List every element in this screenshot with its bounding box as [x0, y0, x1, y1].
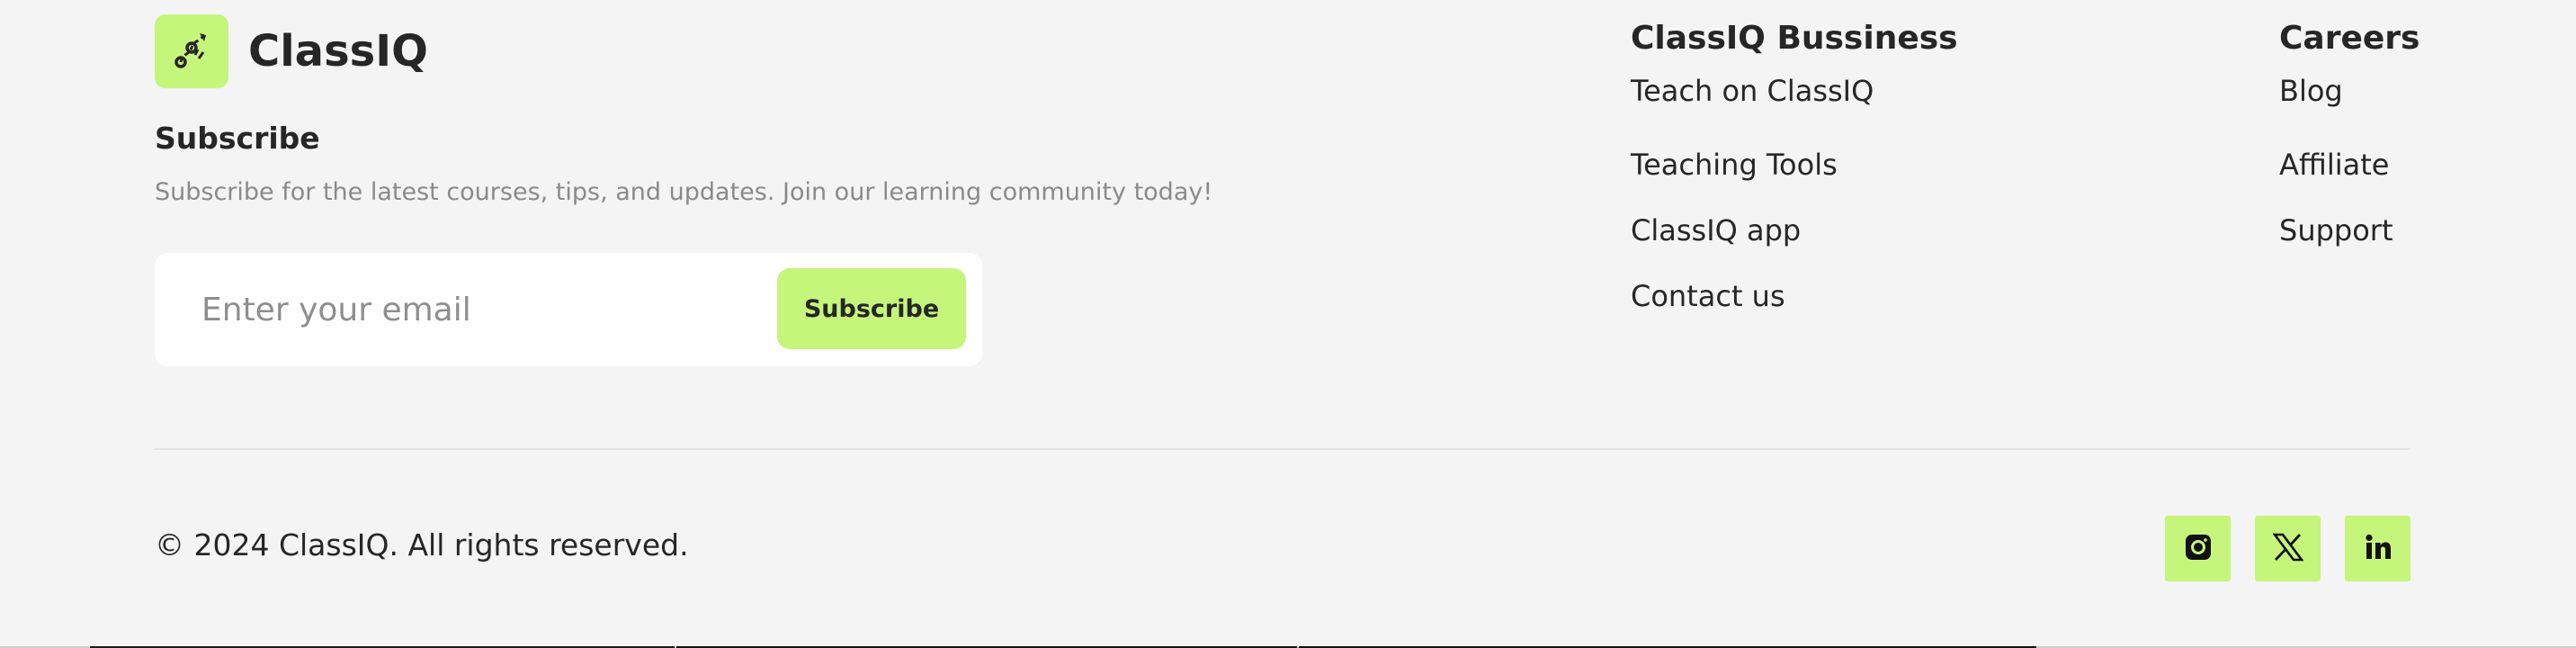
instagram-button[interactable] [2165, 516, 2231, 581]
link-teach-on-classiq[interactable]: Teach on ClassIQ [1631, 67, 1958, 115]
link-teaching-tools[interactable]: Teaching Tools [1631, 132, 1958, 198]
subscribe-description: Subscribe for the latest courses, tips, … [155, 178, 1213, 206]
subscribe-button[interactable]: Subscribe [777, 268, 966, 349]
linkedin-button[interactable] [2345, 516, 2411, 581]
linkedin-icon [2364, 533, 2393, 565]
brand[interactable]: ClassIQ [155, 14, 428, 88]
x-button[interactable] [2255, 516, 2321, 581]
graduation-path-icon [170, 28, 213, 75]
link-affiliate[interactable]: Affiliate [2279, 132, 2419, 198]
footer-section: ClassIQ Subscribe Subscribe for the late… [0, 0, 2576, 648]
column-title: ClassIQ Bussiness [1631, 20, 1958, 57]
x-icon [2271, 533, 2304, 565]
link-blog[interactable]: Blog [2279, 67, 2419, 115]
copyright-text: © 2024 ClassIQ. All rights reserved. [155, 527, 689, 562]
business-links-column: ClassIQ Bussiness Teach on ClassIQ Teach… [1631, 18, 1958, 329]
brand-name: ClassIQ [248, 26, 428, 76]
logo [155, 14, 228, 88]
divider [155, 448, 2411, 450]
careers-links-column: Careers Blog Affiliate Support [2279, 18, 2419, 264]
subscribe-title: Subscribe [155, 121, 320, 156]
subscribe-form: Subscribe [155, 253, 982, 366]
email-input[interactable] [201, 278, 705, 341]
column-title: Careers [2279, 20, 2420, 57]
link-contact-us[interactable]: Contact us [1631, 264, 1958, 329]
social-links [2165, 516, 2411, 581]
link-support[interactable]: Support [2279, 198, 2419, 264]
instagram-icon [2184, 533, 2213, 565]
link-classiq-app[interactable]: ClassIQ app [1631, 198, 1958, 264]
